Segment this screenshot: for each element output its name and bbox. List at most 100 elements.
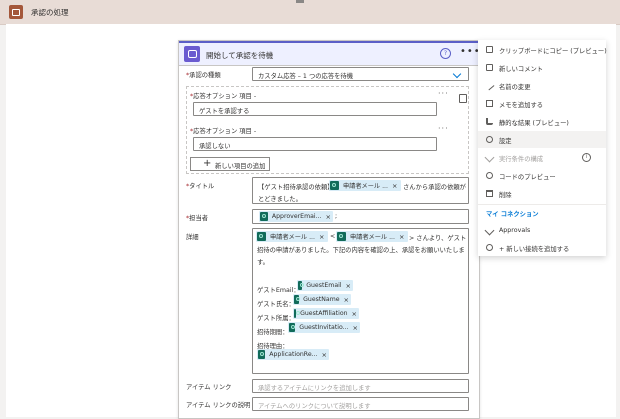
peek-code-icon	[486, 172, 493, 179]
menu-item-label: クリップボードにコピー (プレビュー)	[499, 48, 607, 55]
title-suffix-line2: とどきました。	[258, 196, 302, 203]
connector-notch	[296, 0, 304, 3]
remove-token-icon[interactable]: ×	[319, 233, 324, 241]
dataverse-icon	[298, 281, 305, 290]
dynamic-token[interactable]: GuestName ×	[293, 294, 351, 305]
add-new-connection[interactable]: + 新しい接続を追加する	[478, 239, 606, 256]
menu-item-rename[interactable]: 名前の変更	[478, 77, 606, 94]
menu-item-static-result[interactable]: 静的な結果 (プレビュー)	[478, 113, 606, 130]
menu-item-settings[interactable]: 設定	[478, 131, 606, 148]
dynamic-token[interactable]: 申請者メール ... ×	[329, 180, 401, 191]
dynamic-token[interactable]: 申請者メール ... ×	[336, 231, 408, 242]
option-2-input[interactable]: 承認しない	[193, 137, 437, 151]
menu-item-new-comment[interactable]: 新しいコメント	[478, 59, 606, 76]
dataverse-icon	[257, 232, 266, 241]
invite-period-label: 招待期間：	[257, 329, 289, 336]
details-gt: > さんより、ゲスト	[409, 235, 467, 242]
details-label: 詳細	[186, 234, 199, 241]
menu-item-add-note[interactable]: メモを追加する	[478, 95, 606, 112]
option-2-label: *応答オプション 項目 -	[190, 128, 257, 135]
token-label: GuestEmail	[306, 282, 342, 289]
title-prefix-text: 【ゲスト招待承認の依頼】	[258, 184, 334, 191]
note-icon	[486, 100, 493, 107]
approval-type-value: カスタム応答 – 1 つの応答を待機	[258, 73, 354, 80]
action-title: 開始して承認を待機	[206, 51, 274, 60]
item-link-description-label: アイテム リンクの説明	[186, 402, 251, 409]
copy-icon	[486, 46, 493, 53]
title-suffix-text: さんから承認の依頼が	[403, 184, 466, 191]
info-icon[interactable]: i	[582, 153, 591, 162]
dynamic-token[interactable]: GuestInvitatio... ×	[288, 322, 360, 333]
menu-item-label: メモを追加する	[499, 102, 544, 109]
add-new-item-button[interactable]: + 新しい項目の追加	[190, 157, 270, 171]
dynamic-token[interactable]: GuestEmail ×	[297, 280, 353, 291]
chevron-down-icon	[452, 69, 462, 79]
dynamic-token[interactable]: 申請者メール ... ×	[256, 231, 328, 242]
approval-type-dropdown[interactable]: カスタム応答 – 1 つの応答を待機	[252, 67, 469, 81]
dataverse-icon	[294, 309, 301, 318]
item-link-description-placeholder: アイテムへのリンクについて説明します	[258, 403, 371, 410]
menu-item-label: 静的な結果 (プレビュー)	[499, 120, 569, 127]
settings-icon	[486, 136, 493, 143]
dataverse-icon	[294, 295, 301, 304]
remove-token-icon[interactable]: ×	[346, 282, 351, 290]
menu-divider	[478, 204, 606, 205]
menu-item-label: 新しいコメント	[499, 66, 544, 73]
details-lt: <	[330, 233, 336, 240]
plus-icon: +	[203, 158, 212, 169]
approval-icon	[184, 46, 200, 62]
remove-token-icon[interactable]: ×	[344, 296, 349, 304]
assigned-suffix: ;	[335, 213, 338, 220]
dynamic-token[interactable]: GuestAffiliation ×	[293, 308, 359, 319]
action-card-header[interactable]: 開始して承認を待機 ? •••	[179, 41, 480, 66]
menu-item-label: 実行条件の構成	[499, 156, 544, 163]
menu-item-copy-clipboard[interactable]: クリップボードにコピー (プレビュー)	[478, 41, 607, 58]
action-context-menu: クリップボードにコピー (プレビュー) 新しいコメント 名前の変更 メモを追加す…	[478, 40, 607, 256]
item-link-description-input[interactable]: アイテムへのリンクについて説明します	[252, 397, 469, 411]
guest-name-label: ゲスト氏名：	[257, 301, 295, 308]
remove-token-icon[interactable]: ×	[399, 233, 404, 241]
option-1-value: ゲストを承認する	[199, 108, 250, 115]
remove-token-icon[interactable]: ×	[326, 213, 331, 221]
remove-token-icon[interactable]: ×	[353, 324, 358, 332]
comment-icon	[486, 64, 493, 71]
remove-token-icon[interactable]: ×	[322, 351, 327, 359]
scope-icon	[9, 5, 23, 19]
title-label: *タイトル	[186, 183, 215, 190]
rename-icon	[484, 80, 495, 91]
token-label: GuestAffiliation	[300, 310, 348, 317]
details-line3: す。	[257, 259, 269, 266]
copy-icon[interactable]	[459, 94, 467, 103]
dataverse-icon	[337, 232, 346, 241]
menu-item-label: コードのプレビュー	[499, 174, 556, 181]
option-1-more-icon[interactable]: ···	[438, 89, 449, 98]
connection-approvals[interactable]: Approvals	[478, 222, 606, 239]
item-link-input[interactable]: 承認するアイテムにリンクを追加します	[252, 379, 469, 393]
token-label: ApproverEmai...	[271, 213, 322, 220]
option-2-value: 承認しない	[199, 143, 231, 150]
token-label: ApplicationRe...	[269, 351, 318, 358]
menu-item-label: 削除	[499, 192, 512, 199]
remove-token-icon[interactable]: ×	[392, 182, 397, 190]
my-connections-heading: マイ コネクション	[486, 211, 539, 218]
menu-item-label: 名前の変更	[499, 84, 531, 91]
dynamic-token[interactable]: ApproverEmai... ×	[259, 211, 333, 222]
scope-header[interactable]: 承認の処理	[0, 0, 620, 25]
details-line2: 招待の申請がありました。下記の内容を確認の上、承認をお願いいたしま	[257, 247, 465, 254]
run-after-icon	[484, 152, 495, 163]
menu-item-run-after: 実行条件の構成 i	[478, 149, 606, 166]
connection-icon	[486, 244, 493, 251]
connection-label: Approvals	[499, 227, 531, 234]
token-label: GuestInvitatio...	[299, 324, 349, 331]
option-1-label: *応答オプション 項目 -	[190, 93, 257, 100]
item-link-placeholder: 承認するアイテムにリンクを追加します	[258, 385, 371, 392]
option-1-input[interactable]: ゲストを承認する	[193, 102, 437, 116]
menu-item-delete[interactable]: 削除	[478, 185, 606, 202]
dynamic-token[interactable]: ApplicationRe... ×	[257, 349, 329, 360]
menu-item-peek-code[interactable]: コードのプレビュー	[478, 167, 606, 184]
guest-affiliation-label: ゲスト所属：	[257, 315, 295, 322]
help-icon[interactable]: ?	[440, 48, 451, 59]
remove-token-icon[interactable]: ×	[352, 310, 357, 318]
token-label: 申請者メール ...	[343, 183, 388, 190]
option-2-more-icon[interactable]: ···	[438, 124, 449, 133]
